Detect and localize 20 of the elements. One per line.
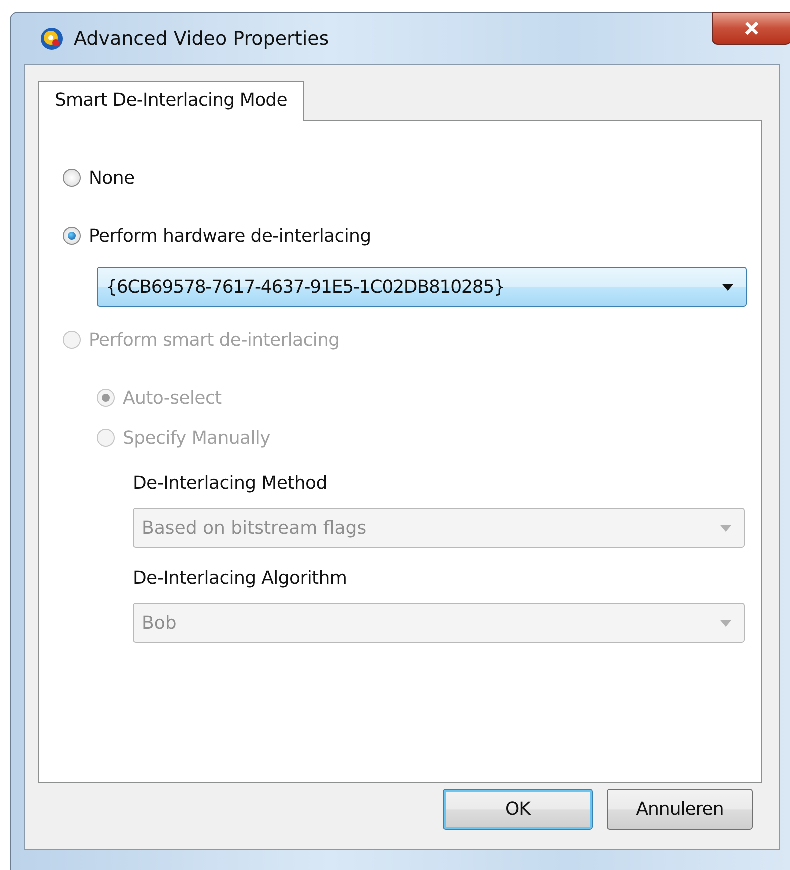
cancel-button[interactable]: Annuleren <box>607 789 753 830</box>
radio-label: Perform hardware de-interlacing <box>89 226 372 246</box>
window-title: Advanced Video Properties <box>74 28 330 50</box>
disc-icon <box>40 26 64 50</box>
caret-icon <box>720 620 732 626</box>
radio-label: Perform smart de-interlacing <box>89 330 340 350</box>
tab[interactable]: Smart De-Interlacing Mode <box>38 81 304 121</box>
radio-button[interactable] <box>63 227 81 245</box>
field-label: De-Interlacing Method <box>133 473 328 494</box>
ok-button[interactable]: OK <box>443 789 593 830</box>
radio-label: Auto-select <box>123 388 222 408</box>
device-dropdown[interactable]: {6CB69578-7617-4637-91E5-1C02DB810285} <box>97 267 747 307</box>
radio-button[interactable] <box>63 169 81 187</box>
caret-icon <box>722 284 734 290</box>
close-icon <box>744 22 760 35</box>
close-button[interactable] <box>712 12 790 45</box>
caret-icon <box>720 524 732 532</box>
radio-label: Specify Manually <box>123 428 270 448</box>
field-label: De-Interlacing Algorithm <box>133 568 348 589</box>
radio-label: None <box>89 168 135 188</box>
